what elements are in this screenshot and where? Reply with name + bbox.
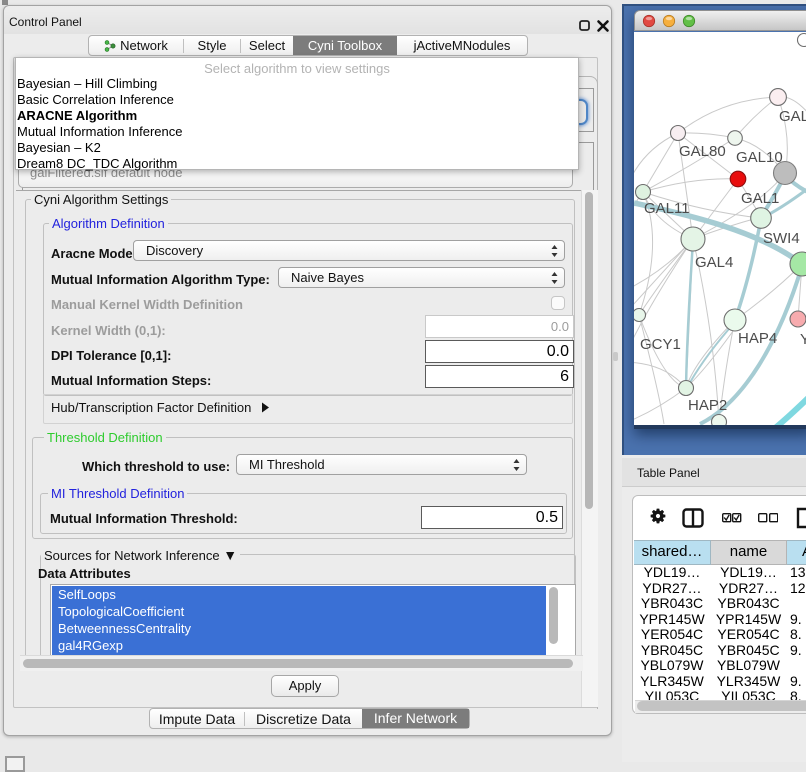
svg-text:GAL1: GAL1 [741,190,779,207]
svg-text:GAL4: GAL4 [695,254,733,271]
svg-text:HAP2: HAP2 [688,397,727,414]
svg-text:SWI4: SWI4 [763,230,800,247]
svg-text:Y: Y [800,331,806,348]
svg-text:GCY1: GCY1 [640,336,681,353]
svg-text:GAL10: GAL10 [736,149,783,166]
svg-text:GAL80: GAL80 [679,143,726,160]
svg-text:GAL11: GAL11 [644,200,690,217]
svg-text:GAL7: GAL7 [779,108,806,125]
svg-text:HAP4: HAP4 [738,330,777,347]
